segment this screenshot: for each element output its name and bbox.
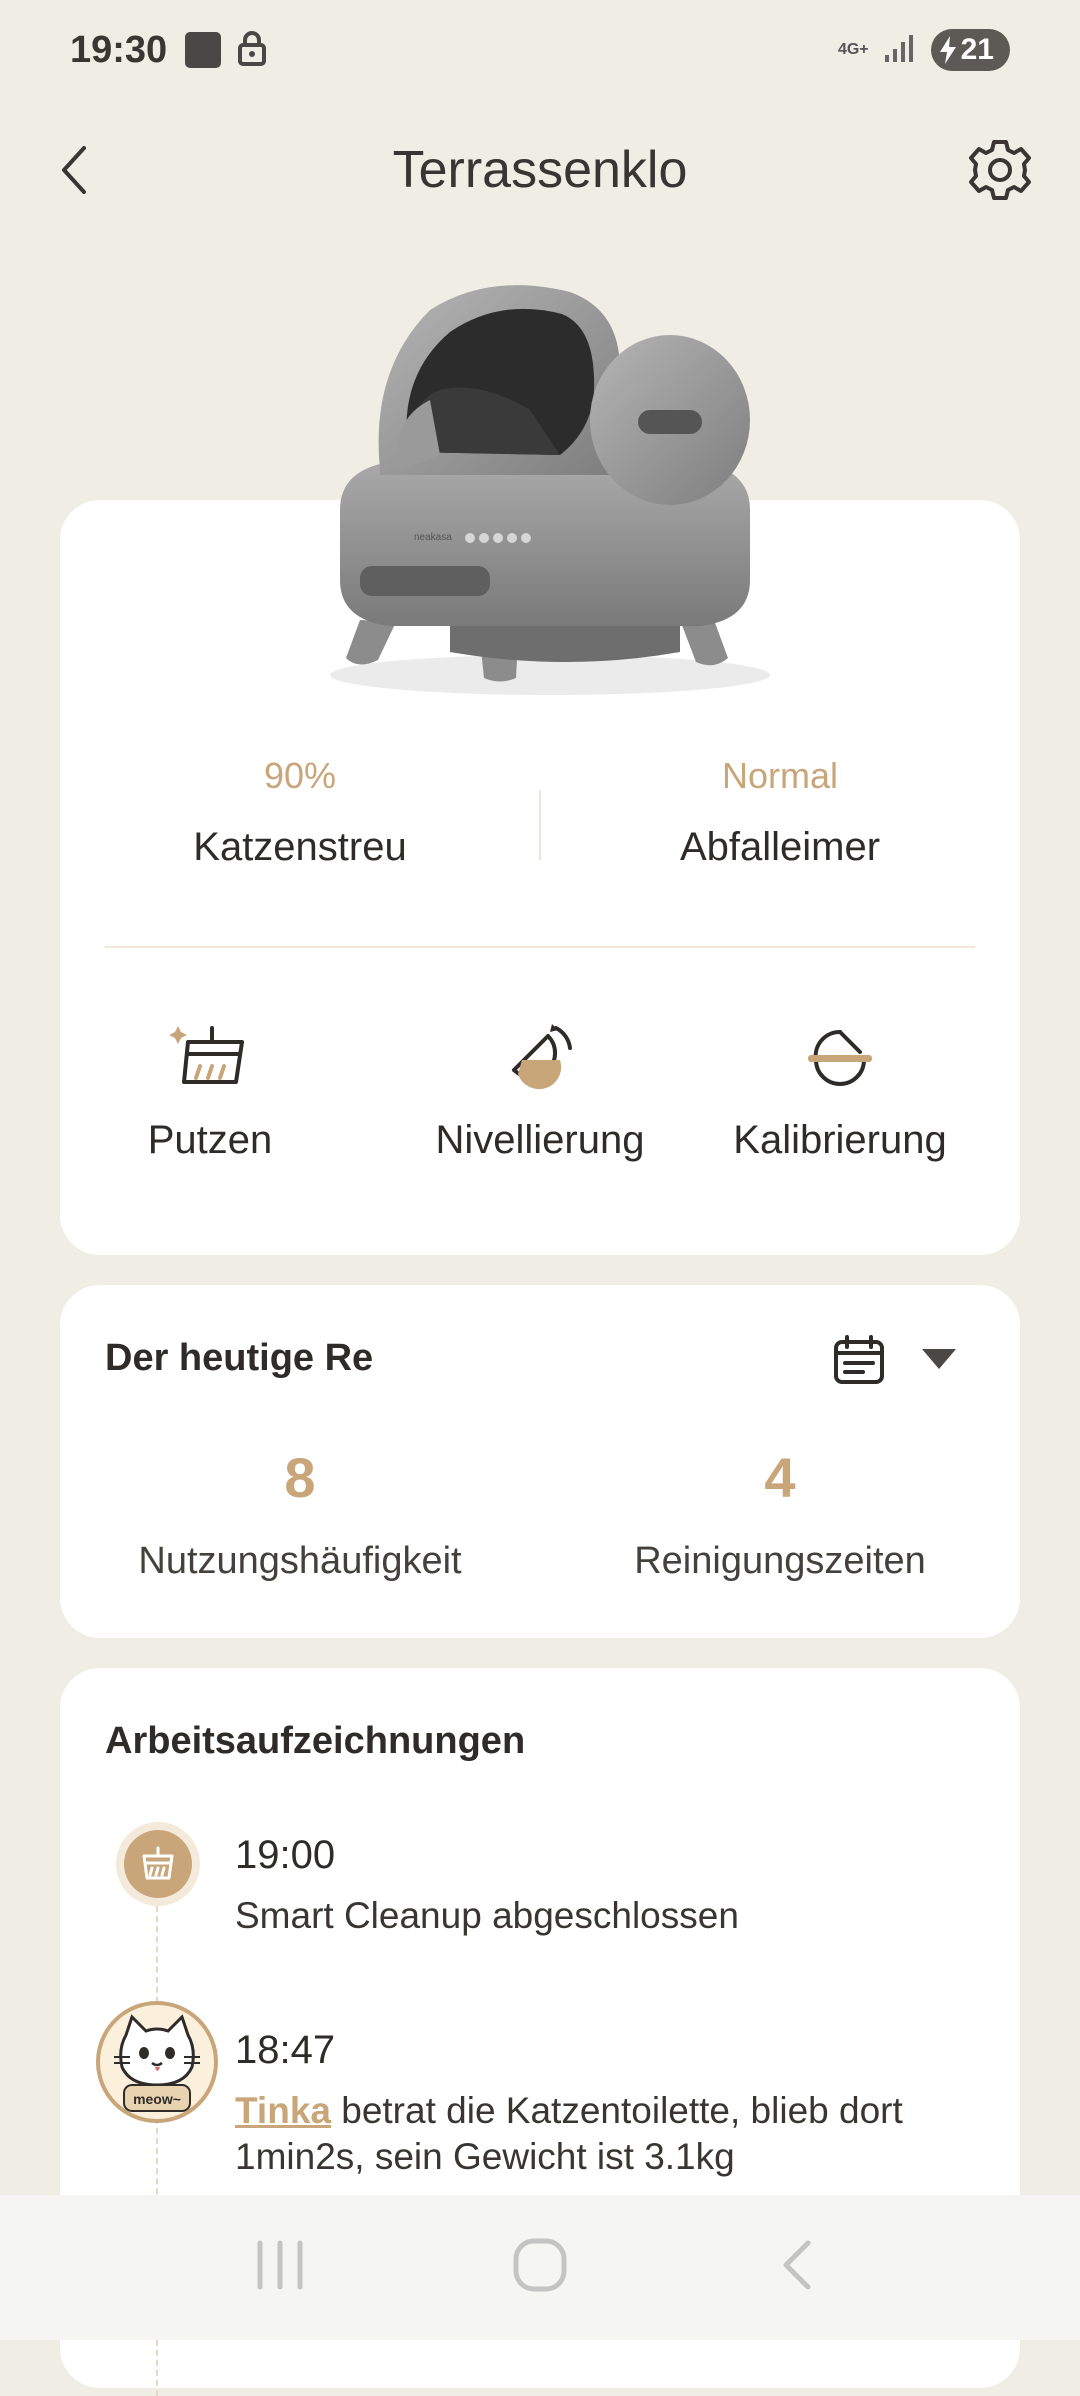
record-detail-text: betrat die Katzentoilette, blieb dort 1m… xyxy=(235,2090,903,2177)
calibration-icon xyxy=(808,1029,872,1086)
dropdown-toggle[interactable] xyxy=(920,1347,958,1376)
record-text: Smart Cleanup abgeschlossen xyxy=(235,1895,739,1936)
app-header: Terrassenklo xyxy=(0,110,1080,230)
cat-avatar[interactable]: meow~ xyxy=(96,2001,218,2123)
usage-count-label: Nutzungshäufigkeit xyxy=(138,1540,462,1582)
cleanup-badge xyxy=(124,1830,192,1898)
broom-icon xyxy=(170,1026,244,1084)
recent-apps-button[interactable] xyxy=(250,2237,310,2298)
waste-bin-status-value: Normal xyxy=(721,755,838,796)
clean-action-button[interactable]: Putzen xyxy=(60,1020,360,1163)
calendar-icon xyxy=(834,1335,884,1384)
recent-apps-icon xyxy=(257,2240,303,2290)
battery-indicator: 21 xyxy=(930,29,1010,71)
litter-level-value: 90% xyxy=(263,755,337,796)
clean-action-label: Putzen xyxy=(147,1118,273,1162)
clean-count-value: 4 xyxy=(764,1446,796,1509)
charging-icon xyxy=(939,36,956,64)
notification-icon xyxy=(185,32,222,68)
work-records-title: Arbeitsaufzeichnungen xyxy=(105,1720,526,1762)
litter-label: Katzenstreu xyxy=(193,825,407,869)
cat-name-link[interactable]: Tinka xyxy=(235,2090,331,2131)
avatar-caption: meow~ xyxy=(133,2091,181,2107)
usage-count-value: 8 xyxy=(284,1446,316,1509)
today-summary-card: Der heutige Re 8 Nutzungshäufigkeit 4 Re… xyxy=(60,1285,1020,1638)
lock-icon xyxy=(237,30,267,71)
status-time: 19:30 xyxy=(70,28,168,71)
clean-count-label: Reinigungszeiten xyxy=(634,1540,926,1582)
chevron-left-icon xyxy=(62,146,86,194)
litter-stat: 90% Katzenstreu xyxy=(60,755,540,870)
record-time: 18:47 xyxy=(235,2028,336,2072)
usage-count-stat: 8 Nutzungshäufigkeit xyxy=(60,1445,540,1583)
leveling-icon xyxy=(512,1024,572,1090)
settings-button[interactable] xyxy=(964,134,1036,206)
broom-icon xyxy=(142,1846,174,1880)
waste-bin-stat: Normal Abfalleimer xyxy=(540,755,1020,870)
page-title: Terrassenklo xyxy=(392,141,688,199)
triangle-down-icon xyxy=(922,1349,956,1369)
status-bar: 19:30 4G+ 21 xyxy=(0,0,1080,100)
calibration-action-button[interactable]: Kalibrierung xyxy=(690,1020,990,1163)
home-icon xyxy=(513,2238,567,2292)
waste-bin-label: Abfalleimer xyxy=(679,825,881,869)
home-button[interactable] xyxy=(510,2235,570,2300)
back-button[interactable] xyxy=(50,140,110,200)
litter-box-device-image: neakasa xyxy=(330,285,770,695)
signal-icon xyxy=(883,33,917,68)
today-summary-title: Der heutige Re xyxy=(105,1337,374,1379)
svg-text:neakasa: neakasa xyxy=(414,532,452,543)
leveling-action-button[interactable]: Nivellierung xyxy=(390,1020,690,1163)
battery-level: 21 xyxy=(960,33,994,66)
cat-face-icon: meow~ xyxy=(114,2014,200,2112)
nav-back-button[interactable] xyxy=(770,2235,830,2300)
system-nav-bar xyxy=(0,2195,1080,2340)
calibration-action-label: Kalibrierung xyxy=(733,1118,947,1162)
record-time: 19:00 xyxy=(235,1833,336,1877)
back-arrow-icon xyxy=(783,2240,811,2290)
divider xyxy=(105,946,975,948)
record-text: Tinka betrat die Katzentoilette, blieb d… xyxy=(235,2088,975,2180)
calendar-button[interactable] xyxy=(833,1335,885,1390)
leveling-action-label: Nivellierung xyxy=(435,1118,645,1162)
gear-icon xyxy=(969,140,1031,200)
clean-count-stat: 4 Reinigungszeiten xyxy=(540,1445,1020,1583)
network-type-label: 4G+ xyxy=(837,41,869,58)
